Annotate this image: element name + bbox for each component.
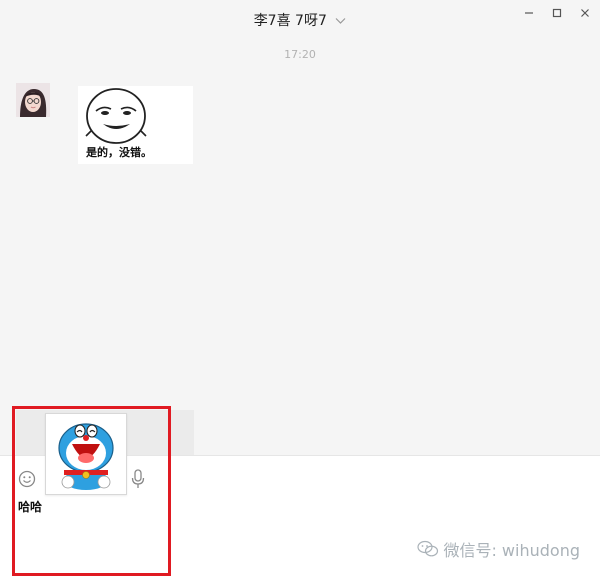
avatar-image [16, 83, 50, 117]
emoji-icon[interactable] [18, 470, 36, 488]
maximize-icon [552, 8, 562, 18]
microphone-icon[interactable] [131, 469, 145, 489]
sticker-preview[interactable] [45, 413, 127, 495]
watermark-text: 微信号: wihudong [443, 541, 580, 560]
rage-face-sticker-icon [85, 88, 147, 144]
window-controls [522, 6, 592, 20]
watermark: 微信号: wihudong [417, 537, 580, 561]
sticker-caption: 是的，没错。 [86, 146, 152, 159]
chevron-down-icon[interactable] [335, 17, 346, 25]
doraemon-sticker-icon [58, 423, 114, 490]
sticker-message[interactable]: 是的，没错。 [78, 86, 193, 164]
message-timestamp: 17:20 [284, 48, 316, 61]
maximize-button[interactable] [550, 6, 564, 20]
draft-message-text[interactable]: 哈哈 [18, 498, 42, 515]
title-bar: 李7喜 7呀7 [0, 0, 600, 40]
chat-title-text: 李7喜 7呀7 [253, 13, 327, 29]
close-button[interactable] [578, 6, 592, 20]
minimize-icon [525, 12, 533, 14]
wechat-logo-icon [417, 540, 439, 557]
minimize-button[interactable] [522, 6, 536, 20]
contact-avatar[interactable] [16, 83, 50, 117]
chat-title[interactable]: 李7喜 7呀7 [0, 10, 600, 30]
close-icon [581, 9, 589, 17]
